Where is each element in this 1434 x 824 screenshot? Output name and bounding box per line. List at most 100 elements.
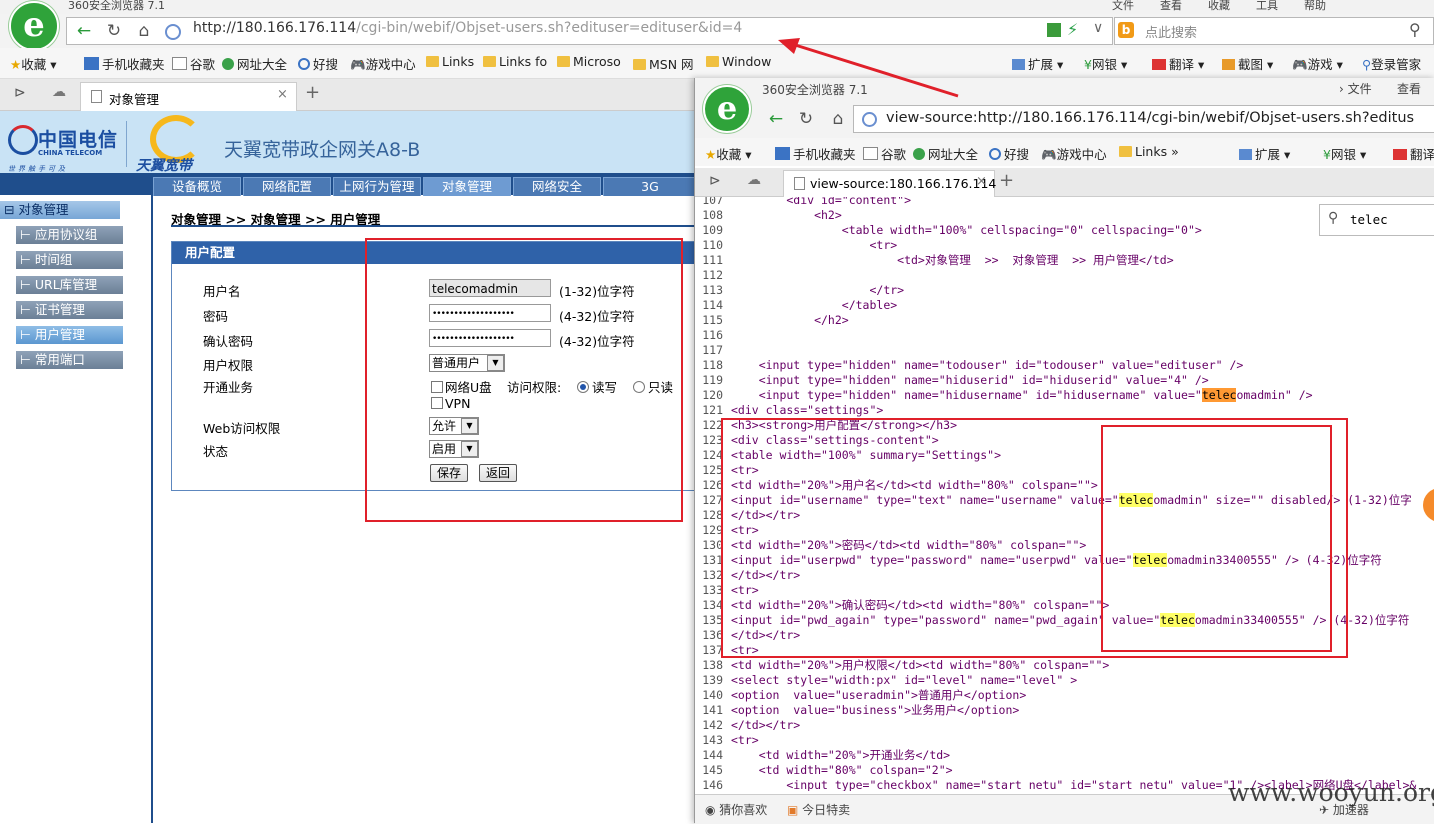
front-back-arrow-icon[interactable]: ← xyxy=(761,106,791,132)
front-bookmark-game[interactable]: 🎮游戏中心 xyxy=(1041,144,1107,163)
sidebar-item-user-mgmt[interactable]: ⊢ 用户管理 xyxy=(16,326,123,344)
back-tab-active[interactable]: 对象管理 × xyxy=(80,82,297,111)
menu-file[interactable]: 文件 xyxy=(1112,0,1134,13)
search-icon: ⚲ xyxy=(1362,57,1372,72)
bookmark-login-manager[interactable]: ⚲登录管家 xyxy=(1362,54,1421,73)
bookmark-windows[interactable]: Window xyxy=(706,54,771,69)
front-home-icon[interactable]: ⌂ xyxy=(823,106,853,132)
front-address-bar[interactable]: view-source:http://180.166.176.114/cgi-b… xyxy=(853,105,1434,133)
source-line: 141 <option value="business">业务用户</option… xyxy=(695,703,1434,718)
bookmark-favorites[interactable]: ★收藏 ▾ xyxy=(10,54,56,73)
source-line: 111 <td>对象管理 >> 对象管理 >> 用户管理</td> xyxy=(695,253,1434,268)
front-bookmark-mobile[interactable]: 手机收藏夹 xyxy=(775,144,856,163)
sidebar-item-url-library[interactable]: ⊢ URL库管理 xyxy=(16,276,123,294)
front-tab-active[interactable]: view-source:180.166.176.114 × xyxy=(783,170,997,197)
bookmark-screenshot[interactable]: 截图 ▾ xyxy=(1222,54,1273,73)
qr-icon[interactable] xyxy=(1047,23,1061,37)
browser-logo-icon: e xyxy=(9,1,59,51)
bookmark-mobile[interactable]: 手机收藏夹 xyxy=(84,54,165,73)
line-number: 120 xyxy=(702,388,723,402)
front-bookmark-google[interactable]: 谷歌 xyxy=(863,144,906,163)
nav-network-security[interactable]: 网络安全 xyxy=(513,177,601,196)
menu-tools[interactable]: 工具 xyxy=(1256,0,1278,13)
search-q-icon xyxy=(298,58,310,70)
line-number: 129 xyxy=(702,523,723,537)
line-number: 130 xyxy=(702,538,723,552)
front-tab-label: view-source:180.166.176.114 xyxy=(810,176,997,191)
sidebar-item-time-group[interactable]: ⊢ 时间组 xyxy=(16,251,123,269)
find-search-icon: ⚲ xyxy=(1328,210,1339,226)
cloud-icon[interactable]: ☁ xyxy=(52,84,66,100)
annotation-arrow xyxy=(778,38,959,98)
front-bookmark-favorites[interactable]: ★收藏 ▾ xyxy=(705,144,751,163)
sidebar-item-common-ports[interactable]: ⊢ 常用端口 xyxy=(16,351,123,369)
back-url-text[interactable]: http://180.166.176.114/cgi-bin/webif/Obj… xyxy=(193,20,742,36)
front-menu-view[interactable]: 查看 xyxy=(1397,80,1421,97)
front-new-tab-icon[interactable]: + xyxy=(999,170,1014,191)
front-sidebar-toggle-icon[interactable]: ⊳ xyxy=(709,173,721,189)
bookmark-google[interactable]: 谷歌 xyxy=(172,54,215,73)
bookmark-haosou[interactable]: 好搜 xyxy=(298,54,338,73)
status-guess-you-like[interactable]: ◉ 猜你喜欢 xyxy=(705,801,767,818)
front-bookmark-extensions[interactable]: 扩展 ▾ xyxy=(1239,144,1290,163)
bookmark-hao[interactable]: 网址大全 xyxy=(222,54,287,73)
nav-behavior-mgmt[interactable]: 上网行为管理 xyxy=(333,177,421,196)
status-today-sale[interactable]: ▣ 今日特卖 xyxy=(787,801,850,818)
sidebar-root-object-mgmt[interactable]: ⊟ 对象管理 xyxy=(0,201,120,219)
service-label: 开通业务 xyxy=(203,380,254,395)
close-tab-icon[interactable]: × xyxy=(277,87,288,102)
bookmark-links[interactable]: Links xyxy=(426,54,474,69)
bookmark-bank[interactable]: ¥网银 ▾ xyxy=(1084,54,1127,73)
line-number: 133 xyxy=(702,583,723,597)
scissors-icon xyxy=(1222,59,1235,70)
url-dropdown-icon[interactable]: ∨ xyxy=(1093,20,1103,36)
search-engine-icon[interactable]: b xyxy=(1118,22,1134,38)
line-number: 126 xyxy=(702,478,723,492)
source-line: 139 <select style="width:px" id="level" n… xyxy=(695,673,1434,688)
sidebar-item-certificate[interactable]: ⊢ 证书管理 xyxy=(16,301,123,319)
sidebar-toggle-icon[interactable]: ⊳ xyxy=(14,85,26,101)
source-line: 119 <input type="hidden" name="hiduserid… xyxy=(695,373,1434,388)
new-tab-icon[interactable]: + xyxy=(305,82,320,103)
nav-object-mgmt[interactable]: 对象管理 xyxy=(423,177,511,196)
gift-icon: ▣ xyxy=(787,803,799,817)
back-search-box[interactable]: b 点此搜索 ⚲ xyxy=(1114,17,1434,45)
bookmark-game[interactable]: 🎮游戏中心 xyxy=(350,54,416,73)
front-bookmarks-bar: ★收藏 ▾ 手机收藏夹 谷歌 网址大全 好搜 🎮游戏中心 Links » 扩展 … xyxy=(695,138,1434,166)
search-icon[interactable]: ⚲ xyxy=(1409,20,1421,39)
nav-network-config[interactable]: 网络配置 xyxy=(243,177,331,196)
back-arrow-icon[interactable]: ← xyxy=(69,18,99,44)
speed-icon[interactable]: ⚡ xyxy=(1067,20,1078,39)
nav-3g[interactable]: 3G xyxy=(603,177,697,196)
front-bookmark-haosou[interactable]: 好搜 xyxy=(989,144,1029,163)
bookmark-translate[interactable]: 翻译 ▾ xyxy=(1152,54,1204,73)
bookmark-msn[interactable]: MSN 网 xyxy=(633,54,694,73)
front-bookmark-hao[interactable]: 网址大全 xyxy=(913,144,978,163)
line-code: <td width="20%">开通业务</td> xyxy=(731,748,951,762)
menu-view[interactable]: 查看 xyxy=(1160,0,1182,13)
line-number: 138 xyxy=(702,658,723,672)
find-bar[interactable]: ⚲ telec xyxy=(1319,204,1434,236)
menu-favorites[interactable]: 收藏 xyxy=(1208,0,1230,13)
bookmark-links-fo[interactable]: Links fo xyxy=(483,54,547,69)
front-cloud-icon[interactable]: ☁ xyxy=(747,172,761,188)
front-close-tab-icon[interactable]: × xyxy=(976,174,987,189)
menu-help[interactable]: 帮助 xyxy=(1304,0,1326,13)
bookmark-games[interactable]: 🎮游戏 ▾ xyxy=(1292,54,1343,73)
front-bookmark-translate[interactable]: 翻译 xyxy=(1393,144,1434,163)
front-menu-file[interactable]: › 文件 xyxy=(1339,80,1372,97)
refresh-icon[interactable]: ↻ xyxy=(99,18,129,44)
sidebar-item-app-protocol[interactable]: ⊢ 应用协议组 xyxy=(16,226,123,244)
line-number: 107 xyxy=(702,197,723,207)
front-bookmark-bank[interactable]: ¥网银 ▾ xyxy=(1323,144,1366,163)
nav-device-overview[interactable]: 设备概览 xyxy=(153,177,241,196)
front-url-text[interactable]: view-source:http://180.166.176.114/cgi-b… xyxy=(886,110,1414,126)
line-number: 137 xyxy=(702,643,723,657)
home-icon[interactable]: ⌂ xyxy=(129,18,159,44)
bookmark-microsoft[interactable]: Microso xyxy=(557,54,621,69)
line-number: 111 xyxy=(702,253,723,267)
front-refresh-icon[interactable]: ↻ xyxy=(791,106,821,132)
bookmark-extensions[interactable]: 扩展 ▾ xyxy=(1012,54,1063,73)
find-input[interactable]: telec xyxy=(1350,212,1388,227)
front-bookmark-links[interactable]: Links » xyxy=(1119,144,1179,159)
